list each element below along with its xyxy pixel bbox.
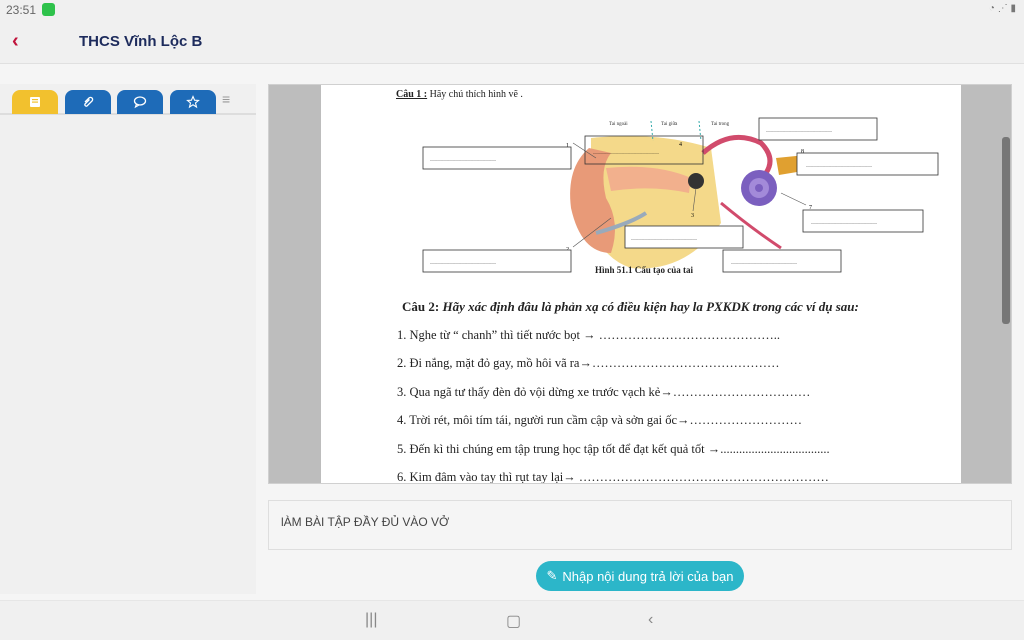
blank-box-4: …………………………… [806, 163, 872, 169]
tab-book[interactable] [12, 90, 58, 114]
app-bar: ‹ THCS Vĩnh Lộc B [0, 20, 1024, 64]
ear-diagram: Tai ngoài Tai giữa Tai trong 1 2 3 4 5 6… [422, 117, 939, 273]
system-icons: ◔ ⋰ ▮ [988, 3, 1016, 14]
tab-attachment[interactable] [65, 90, 111, 114]
list-item: 5. Đến kì thi chúng em tập trung học tập… [397, 442, 830, 456]
edit-icon: ✎ [546, 568, 558, 583]
page-title: THCS Vĩnh Lộc B [79, 33, 203, 50]
system-nav-bar: ||| ▢ ‹ [0, 600, 1024, 640]
menu-icon[interactable]: ≡ [222, 91, 230, 107]
document-viewer[interactable]: Câu 1 : Hãy chú thích hình vẽ . Tai ngoà… [268, 84, 1012, 484]
paperclip-icon [84, 96, 94, 107]
blank-box-2: …………………………… [593, 150, 659, 156]
document-scrollbar[interactable] [1002, 137, 1010, 324]
blank-box-8: …………………………… [731, 260, 797, 266]
list-item: 2. Đi nắng, mặt đỏ gay, mồ hôi vã ra→………… [397, 356, 780, 370]
document-page: Câu 1 : Hãy chú thích hình vẽ . Tai ngoà… [321, 85, 961, 484]
home-icon[interactable]: ▢ [506, 611, 521, 631]
blank-box-3: …………………………… [766, 128, 832, 134]
num-3: 3 [691, 213, 694, 219]
tab-favorite[interactable] [170, 90, 216, 114]
num-4: 4 [679, 142, 682, 148]
tab-comments[interactable] [117, 90, 163, 114]
status-bar: 23:51 ◔ ⋰ ▮ [0, 0, 1024, 20]
list-item: 4. Trời rét, môi tím tái, người run cầm … [397, 413, 803, 427]
question-1-label: Câu 1 : [396, 89, 428, 100]
book-icon [30, 97, 40, 107]
question-2-text: Hãy xác định đâu là phản xạ có điều kiện… [442, 299, 859, 314]
question-1: Câu 1 : Hãy chú thích hình vẽ . [396, 89, 523, 100]
list-item: 1. Nghe từ “ chanh” thì tiết nước bọt → … [397, 328, 780, 342]
list-item: 3. Qua ngã tư thấy đèn đỏ vội dừng xe tr… [397, 385, 811, 399]
diagram-caption: Hình 51.1 Cấu tạo của tai [595, 265, 694, 275]
star-icon [186, 95, 200, 109]
question-1-text: Hãy chú thích hình vẽ . [429, 89, 523, 100]
label-outer-ear: Tai ngoài [609, 122, 628, 127]
comment-icon [133, 96, 147, 109]
blank-box-7: …………………………… [430, 260, 496, 266]
list-item: 6. Kim đâm vào tay thì rụt tay lại→ …………… [397, 470, 829, 484]
chat-app-icon [42, 3, 55, 16]
blank-box-1: …………………………… [430, 157, 496, 163]
question-2: Câu 2: Hãy xác định đâu là phản xạ có đi… [402, 299, 859, 315]
recent-apps-icon[interactable]: ||| [365, 611, 377, 629]
blank-box-6: …………………………… [631, 236, 697, 242]
back-icon[interactable]: ‹ [12, 30, 19, 53]
assignment-note: lÀM BÀI TẬP ĐẦY ĐỦ VÀO VỞ [268, 500, 1012, 550]
blank-box-5: …………………………… [811, 220, 877, 226]
answer-button[interactable]: ✎ Nhập nội dung trả lời của bạn [536, 561, 744, 591]
question-2-label: Câu 2: [402, 299, 440, 314]
answer-button-label: Nhập nội dung trả lời của bạn [562, 568, 734, 584]
label-middle-ear: Tai giữa [661, 122, 678, 127]
sidebar-tabs: ≡ [0, 84, 256, 115]
nav-back-icon[interactable]: ‹ [648, 611, 653, 629]
sidebar: ≡ [0, 84, 256, 594]
status-time: 23:51 [6, 3, 37, 17]
label-inner-ear: Tai trong [711, 122, 730, 127]
